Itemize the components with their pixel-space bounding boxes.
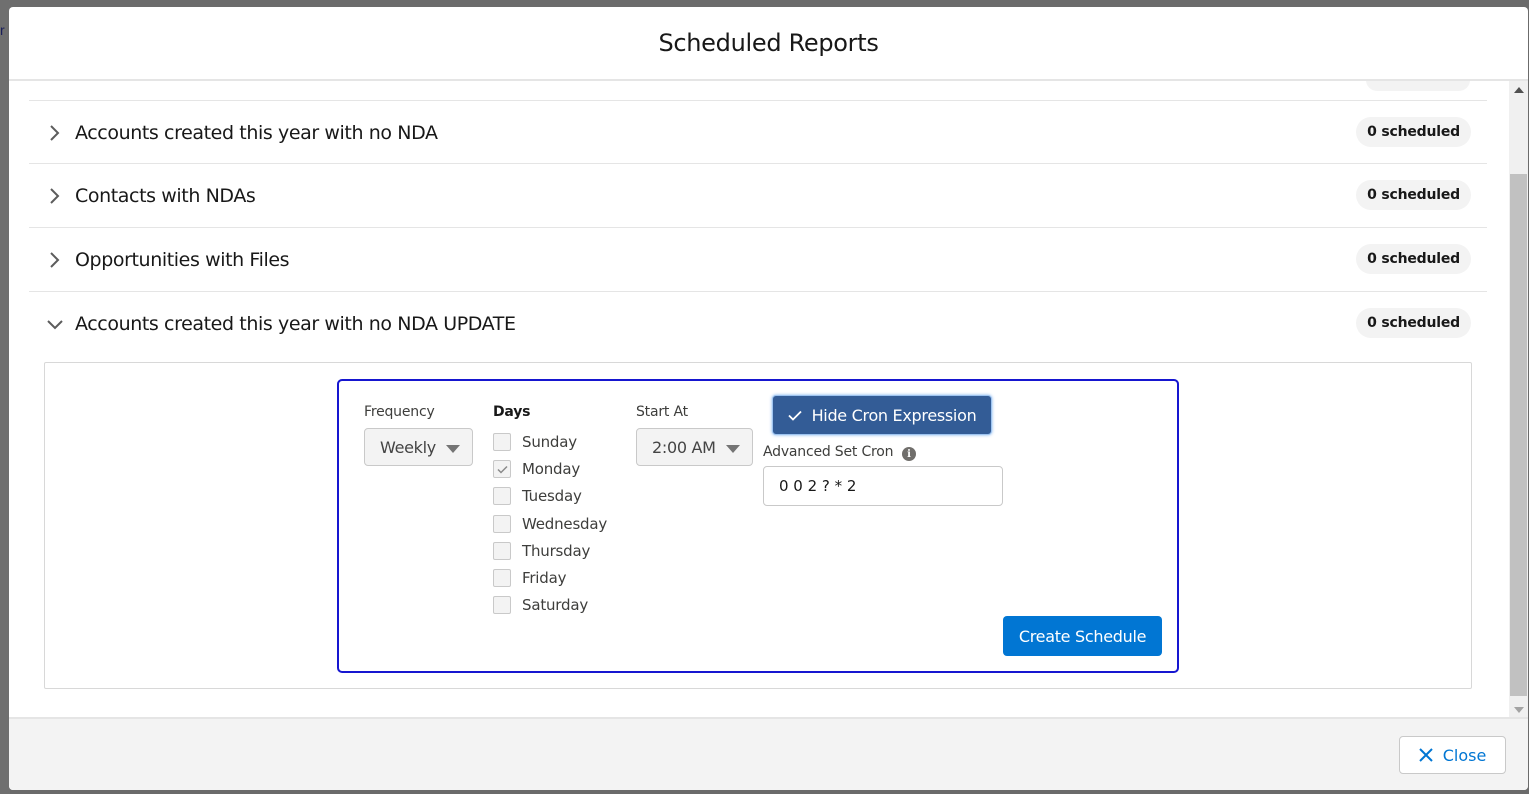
checkbox[interactable] [493, 433, 511, 451]
modal-body: Accounts created this year with no NDA 0… [9, 81, 1509, 717]
checkbox[interactable] [493, 542, 511, 560]
day-label: Tuesday [522, 487, 582, 505]
caret-down-icon [446, 445, 460, 453]
chevron-right-icon[interactable] [43, 248, 67, 272]
checkbox[interactable] [493, 515, 511, 533]
scheduled-badge-partial [1366, 81, 1470, 91]
checkbox-checked[interactable] [493, 460, 511, 478]
scrollbar-thumb[interactable] [1510, 174, 1527, 696]
caret-down-icon [726, 445, 740, 453]
frequency-value: Weekly [380, 437, 436, 457]
schedule-form: Frequency Weekly Days Sunday Monday Tues… [337, 379, 1179, 673]
advanced-cron-input[interactable] [763, 466, 1003, 506]
schedule-panel: Frequency Weekly Days Sunday Monday Tues… [44, 362, 1472, 689]
chevron-right-icon[interactable] [43, 121, 67, 145]
start-at-select[interactable]: 2:00 AM [636, 428, 753, 466]
day-label: Thursday [522, 542, 591, 560]
close-button[interactable]: Close [1399, 736, 1506, 774]
scroll-up-arrow-icon[interactable] [1514, 87, 1524, 93]
day-label: Monday [522, 460, 581, 478]
hide-cron-expression-label: Hide Cron Expression [811, 405, 977, 425]
scheduled-count-badge: 0 scheduled [1356, 244, 1471, 274]
day-label: Friday [522, 569, 567, 587]
modal-title: Scheduled Reports [658, 29, 879, 57]
scheduled-count-badge: 0 scheduled [1356, 180, 1471, 210]
day-option-thursday[interactable]: Thursday [493, 540, 590, 562]
frequency-label: Frequency [364, 404, 435, 420]
report-row[interactable]: Accounts created this year with no NDA 0… [29, 100, 1487, 164]
start-at-label: Start At [636, 404, 688, 420]
start-at-value: 2:00 AM [652, 437, 716, 457]
checkbox[interactable] [493, 596, 511, 614]
report-title[interactable]: Opportunities with Files [75, 249, 290, 271]
report-row[interactable]: Opportunities with Files 0 scheduled [29, 227, 1487, 291]
check-icon [787, 410, 802, 421]
day-label: Wednesday [522, 515, 608, 533]
close-icon [1418, 748, 1433, 762]
vertical-scrollbar[interactable] [1509, 81, 1528, 717]
create-schedule-button[interactable]: Create Schedule [1003, 616, 1162, 656]
modal-footer: Close [9, 717, 1528, 790]
day-option-monday[interactable]: Monday [493, 458, 580, 480]
day-option-sunday[interactable]: Sunday [493, 431, 577, 453]
report-title[interactable]: Accounts created this year with no NDA U… [75, 313, 516, 335]
day-option-friday[interactable]: Friday [493, 567, 566, 589]
checkbox[interactable] [493, 487, 511, 505]
close-label: Close [1442, 745, 1487, 765]
chevron-right-icon[interactable] [43, 184, 67, 208]
checkbox[interactable] [493, 569, 511, 587]
days-label: Days [493, 404, 531, 420]
modal-header: Scheduled Reports [9, 7, 1528, 81]
day-label: Saturday [522, 596, 588, 614]
scheduled-count-badge: 0 scheduled [1356, 308, 1471, 338]
day-option-saturday[interactable]: Saturday [493, 594, 588, 616]
day-label: Sunday [522, 433, 577, 451]
frequency-select[interactable]: Weekly [364, 428, 473, 466]
report-row-expanded[interactable]: Accounts created this year with no NDA U… [29, 291, 1487, 355]
hide-cron-expression-button[interactable]: Hide Cron Expression [772, 395, 992, 435]
day-option-tuesday[interactable]: Tuesday [493, 485, 582, 507]
report-row[interactable]: Contacts with NDAs 0 scheduled [29, 163, 1487, 227]
info-icon[interactable]: i [902, 447, 916, 461]
report-title[interactable]: Accounts created this year with no NDA [75, 122, 438, 144]
day-option-wednesday[interactable]: Wednesday [493, 513, 607, 535]
chevron-down-icon[interactable] [43, 312, 67, 336]
check-icon [496, 465, 508, 474]
scroll-down-arrow-icon[interactable] [1514, 707, 1524, 713]
report-title[interactable]: Contacts with NDAs [75, 185, 256, 207]
advanced-cron-label: Advanced Set Cron [763, 444, 894, 460]
scheduled-count-badge: 0 scheduled [1356, 117, 1471, 147]
scheduled-reports-modal: Scheduled Reports Accounts created this … [9, 7, 1528, 790]
